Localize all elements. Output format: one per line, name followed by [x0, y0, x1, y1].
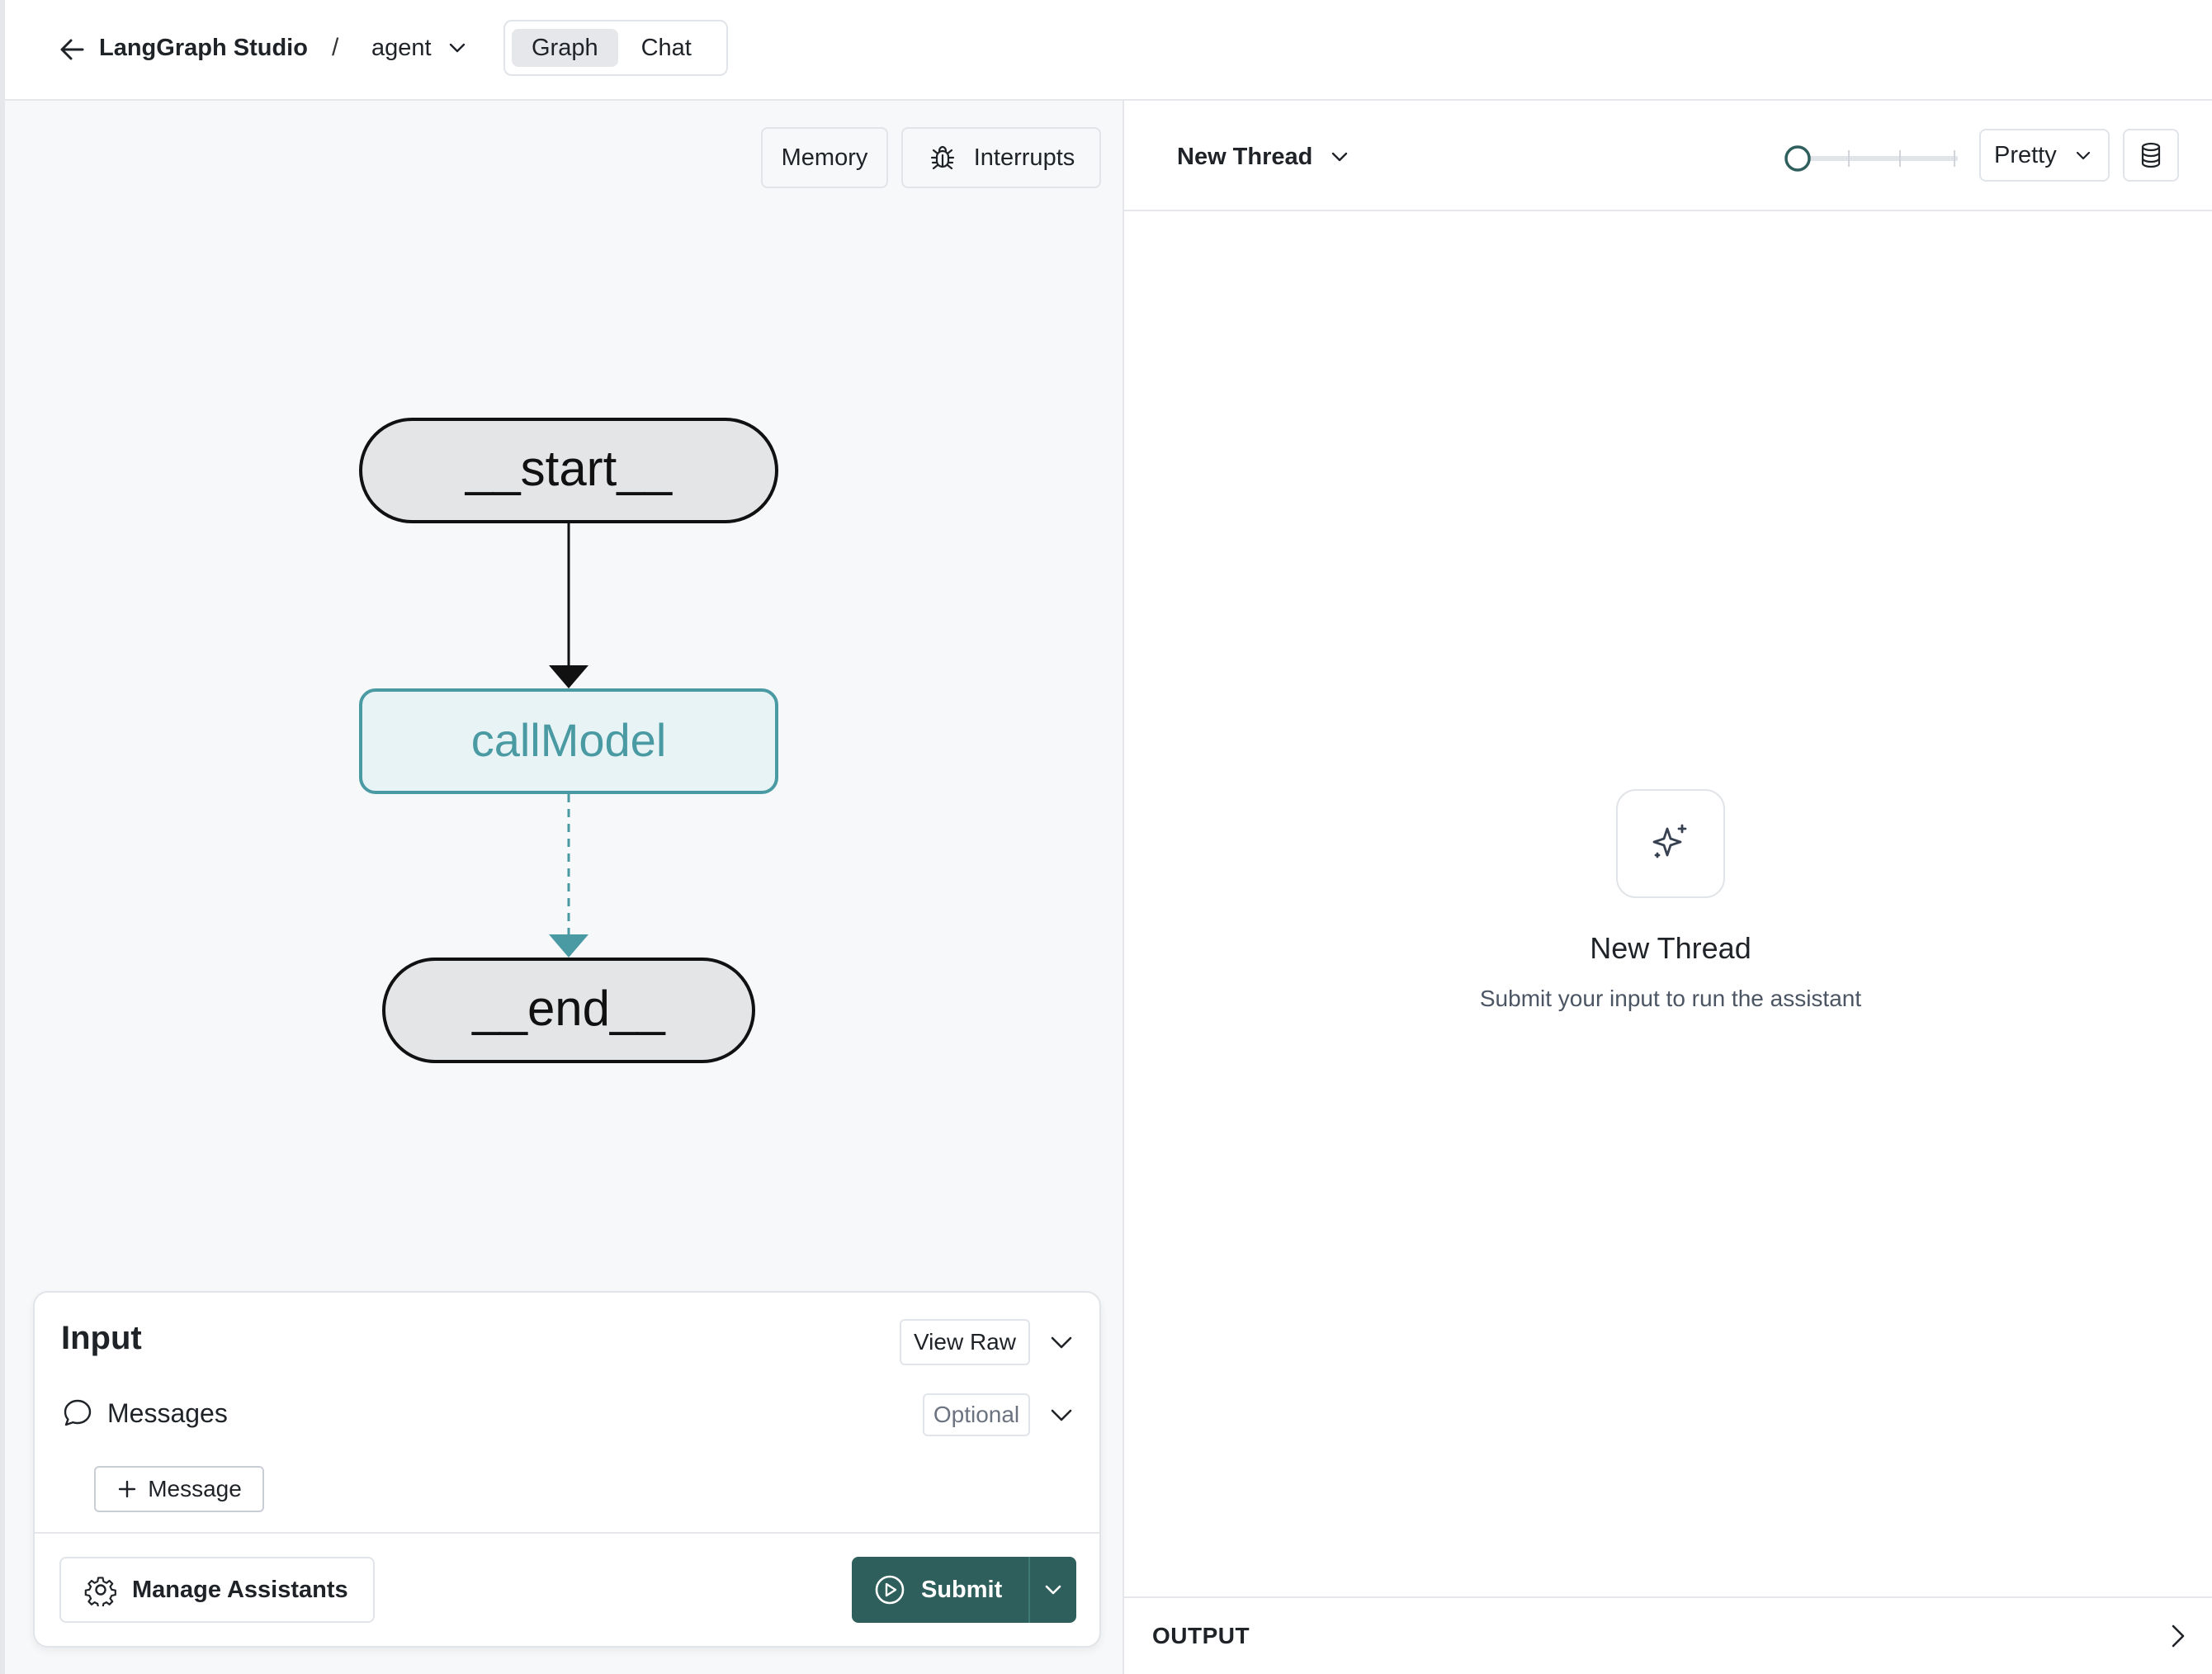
back-arrow-icon[interactable] [56, 33, 89, 66]
node-label-start: __start__ [465, 441, 674, 496]
chat-bubble-icon [61, 1397, 94, 1430]
empty-state-title: New Thread [1590, 931, 1751, 965]
add-message-label: Message [148, 1476, 242, 1501]
empty-state-subtitle: Submit your input to run the assistant [1479, 986, 1862, 1011]
card-divider [35, 1532, 1099, 1534]
graph-node-callmodel[interactable]: callModel [359, 688, 778, 794]
graph-panel: Memory Interrupts __start__ callModel __… [0, 101, 1124, 1674]
breadcrumb-separator: / [332, 34, 339, 61]
optional-badge: Optional [923, 1393, 1030, 1436]
messages-label[interactable]: Messages [107, 1392, 228, 1435]
messages-collapse-chevron-icon[interactable] [1045, 1398, 1078, 1431]
chevron-down-icon [2076, 151, 2090, 160]
empty-state-icon-box [1616, 789, 1725, 898]
submit-button[interactable]: Submit [852, 1557, 1030, 1623]
add-message-button[interactable]: Message [94, 1466, 264, 1512]
submit-button-group: Submit [852, 1557, 1076, 1623]
input-title: Input [61, 1320, 142, 1356]
edge-start-callmodel [549, 522, 588, 688]
submit-label: Submit [921, 1576, 1003, 1603]
manage-assistants-button[interactable]: Manage Assistants [59, 1557, 375, 1623]
submit-options-chevron-icon[interactable] [1030, 1557, 1076, 1623]
thread-header: New Thread Pretty [1124, 101, 2212, 211]
chevron-right-icon [2161, 1620, 2194, 1653]
output-label: OUTPUT [1152, 1623, 1250, 1648]
slider-thumb[interactable] [1784, 145, 1811, 172]
sparkle-icon [1652, 824, 1687, 858]
gear-icon [84, 1577, 116, 1606]
graph-node-end[interactable]: __end__ [382, 958, 755, 1063]
plus-icon [118, 1480, 136, 1498]
format-label: Pretty [1994, 141, 2057, 168]
view-toggle: Graph Chat [503, 20, 728, 76]
input-collapse-chevron-icon[interactable] [1045, 1326, 1078, 1359]
chevron-down-icon [449, 43, 465, 53]
play-circle-icon [875, 1575, 905, 1605]
tab-graph[interactable]: Graph [512, 29, 618, 67]
graph-name: agent [371, 35, 432, 61]
tab-chat[interactable]: Chat [622, 29, 711, 67]
format-select[interactable]: Pretty [1979, 129, 2110, 182]
app-title[interactable]: LangGraph Studio [99, 31, 308, 64]
top-bar: LangGraph Studio / agent Graph Chat [0, 0, 2212, 101]
graph-node-start[interactable]: __start__ [359, 418, 778, 523]
node-label-end: __end__ [471, 981, 666, 1036]
edge-callmodel-end [549, 794, 588, 958]
database-button[interactable] [2123, 129, 2179, 182]
input-card: Input View Raw Messages Optional Message [33, 1291, 1101, 1648]
manage-assistants-label: Manage Assistants [132, 1576, 348, 1603]
database-icon [2141, 142, 2161, 168]
node-label-callmodel: callModel [471, 714, 667, 766]
graph-canvas: __start__ callModel __end__ [359, 418, 778, 1063]
view-raw-button[interactable]: View Raw [900, 1319, 1030, 1365]
chevron-down-icon [1332, 152, 1348, 162]
thread-name: New Thread [1177, 143, 1313, 170]
graph-selector[interactable]: agent [371, 31, 468, 64]
history-slider[interactable] [1784, 140, 1958, 177]
thread-panel: New Thread Pretty New Thread Submit your… [1124, 101, 2212, 1674]
thread-selector[interactable]: New Thread [1177, 139, 1350, 175]
output-section-toggle[interactable]: OUTPUT [1124, 1596, 2212, 1674]
